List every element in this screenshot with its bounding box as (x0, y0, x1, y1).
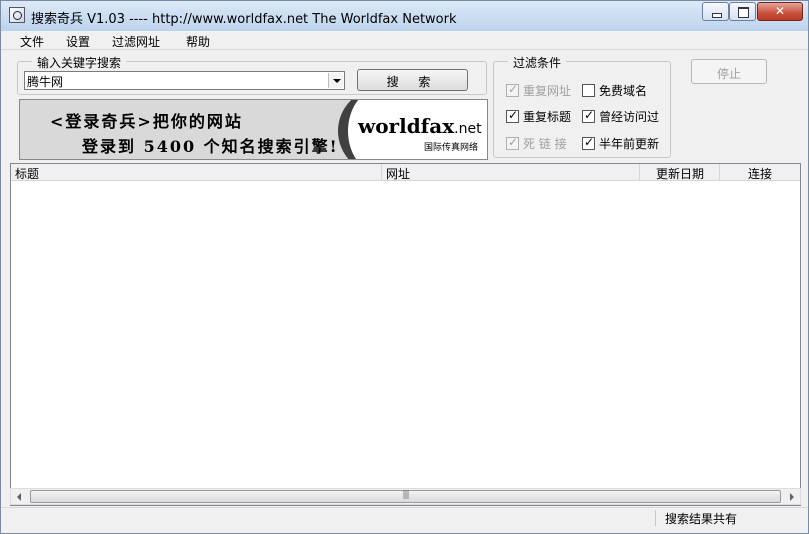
horizontal-scrollbar[interactable] (10, 488, 801, 505)
search-input[interactable]: 腾牛网 (24, 71, 345, 90)
banner-text-line1: <登录奇兵>把你的网站 (50, 112, 243, 131)
results-list-header: 标题 网址 更新日期 连接 (11, 164, 800, 181)
search-group-legend: 输入关键字搜索 (32, 54, 127, 71)
column-header-connect[interactable]: 连接 (720, 164, 800, 181)
ad-banner[interactable]: <登录奇兵>把你的网站 登录到 5400 个知名搜索引擎! worldfax.n… (19, 99, 488, 160)
filter-dead-link-label: 死 链 接 (523, 137, 567, 151)
filter-old-update-label: 半年前更新 (599, 137, 660, 151)
title-bar[interactable]: 搜索奇兵 V1.03 ---- http://www.worldfax.net … (1, 1, 808, 31)
filter-free-domain-checkbox[interactable]: 免费域名 (582, 82, 647, 99)
search-input-value: 腾牛网 (27, 75, 64, 89)
checkbox-icon (506, 82, 519, 97)
filter-dup-title-label: 重复标题 (523, 110, 572, 124)
scroll-left-arrow-icon[interactable] (11, 489, 28, 504)
app-magnifier-icon (9, 7, 25, 23)
filter-free-domain-label: 免费域名 (599, 84, 648, 98)
status-bar: 搜索结果共有 (1, 507, 808, 533)
banner-text-line2: 登录到 5400 个知名搜索引擎! (82, 137, 339, 156)
checkbox-icon (582, 108, 595, 123)
minimize-button[interactable] (702, 2, 729, 21)
menu-file[interactable]: 文件 (20, 33, 44, 50)
menu-filter-urls[interactable]: 过滤网址 (112, 33, 160, 50)
checkbox-icon (582, 135, 595, 150)
results-list[interactable]: 标题 网址 更新日期 连接 (10, 163, 801, 506)
menu-help[interactable]: 帮助 (186, 33, 210, 50)
status-result-count: 搜索结果共有 (665, 512, 738, 526)
menu-settings[interactable]: 设置 (66, 33, 90, 50)
search-button[interactable]: 搜 索 (357, 69, 468, 91)
logo-subtitle: 国际传真网络 (424, 143, 479, 153)
combo-dropdown-arrow-icon[interactable] (328, 73, 343, 88)
checkbox-icon (582, 84, 595, 97)
filter-dup-url-checkbox[interactable]: 重复网址 (506, 82, 571, 99)
filter-visited-label: 曾经访问过 (599, 110, 660, 124)
maximize-button[interactable] (729, 2, 756, 21)
column-header-title[interactable]: 标题 (11, 164, 382, 181)
scroll-right-arrow-icon[interactable] (783, 489, 800, 504)
logo-world-text: worldfax (358, 114, 455, 138)
checkbox-icon (506, 108, 519, 123)
filter-group-legend: 过滤条件 (508, 54, 567, 71)
stop-button[interactable]: 停止 (691, 59, 767, 84)
window-title: 搜索奇兵 V1.03 ---- http://www.worldfax.net … (31, 12, 457, 27)
checkbox-icon (506, 135, 519, 150)
scrollbar-thumb[interactable] (30, 490, 781, 503)
status-divider (655, 510, 656, 526)
column-header-update-date[interactable]: 更新日期 (640, 164, 720, 181)
filter-dup-title-checkbox[interactable]: 重复标题 (506, 108, 571, 125)
worldfax-logo-text: worldfax.net (358, 114, 482, 138)
worldfax-logo: worldfax.net 国际传真网络 (338, 100, 487, 159)
main-window: 搜索奇兵 V1.03 ---- http://www.worldfax.net … (0, 0, 809, 534)
close-button[interactable] (757, 2, 803, 21)
logo-net-text: .net (454, 121, 482, 137)
filter-dup-url-label: 重复网址 (523, 84, 572, 98)
menu-bar: 文件 设置 过滤网址 帮助 (1, 31, 808, 50)
filter-visited-checkbox[interactable]: 曾经访问过 (582, 108, 659, 125)
filter-old-update-checkbox[interactable]: 半年前更新 (582, 135, 659, 152)
column-header-url[interactable]: 网址 (382, 164, 640, 181)
filter-dead-link-checkbox[interactable]: 死 链 接 (506, 135, 567, 152)
top-panel: 输入关键字搜索 腾牛网 搜 索 <登录奇兵>把你的网站 登录到 5400 个知名… (1, 51, 808, 163)
